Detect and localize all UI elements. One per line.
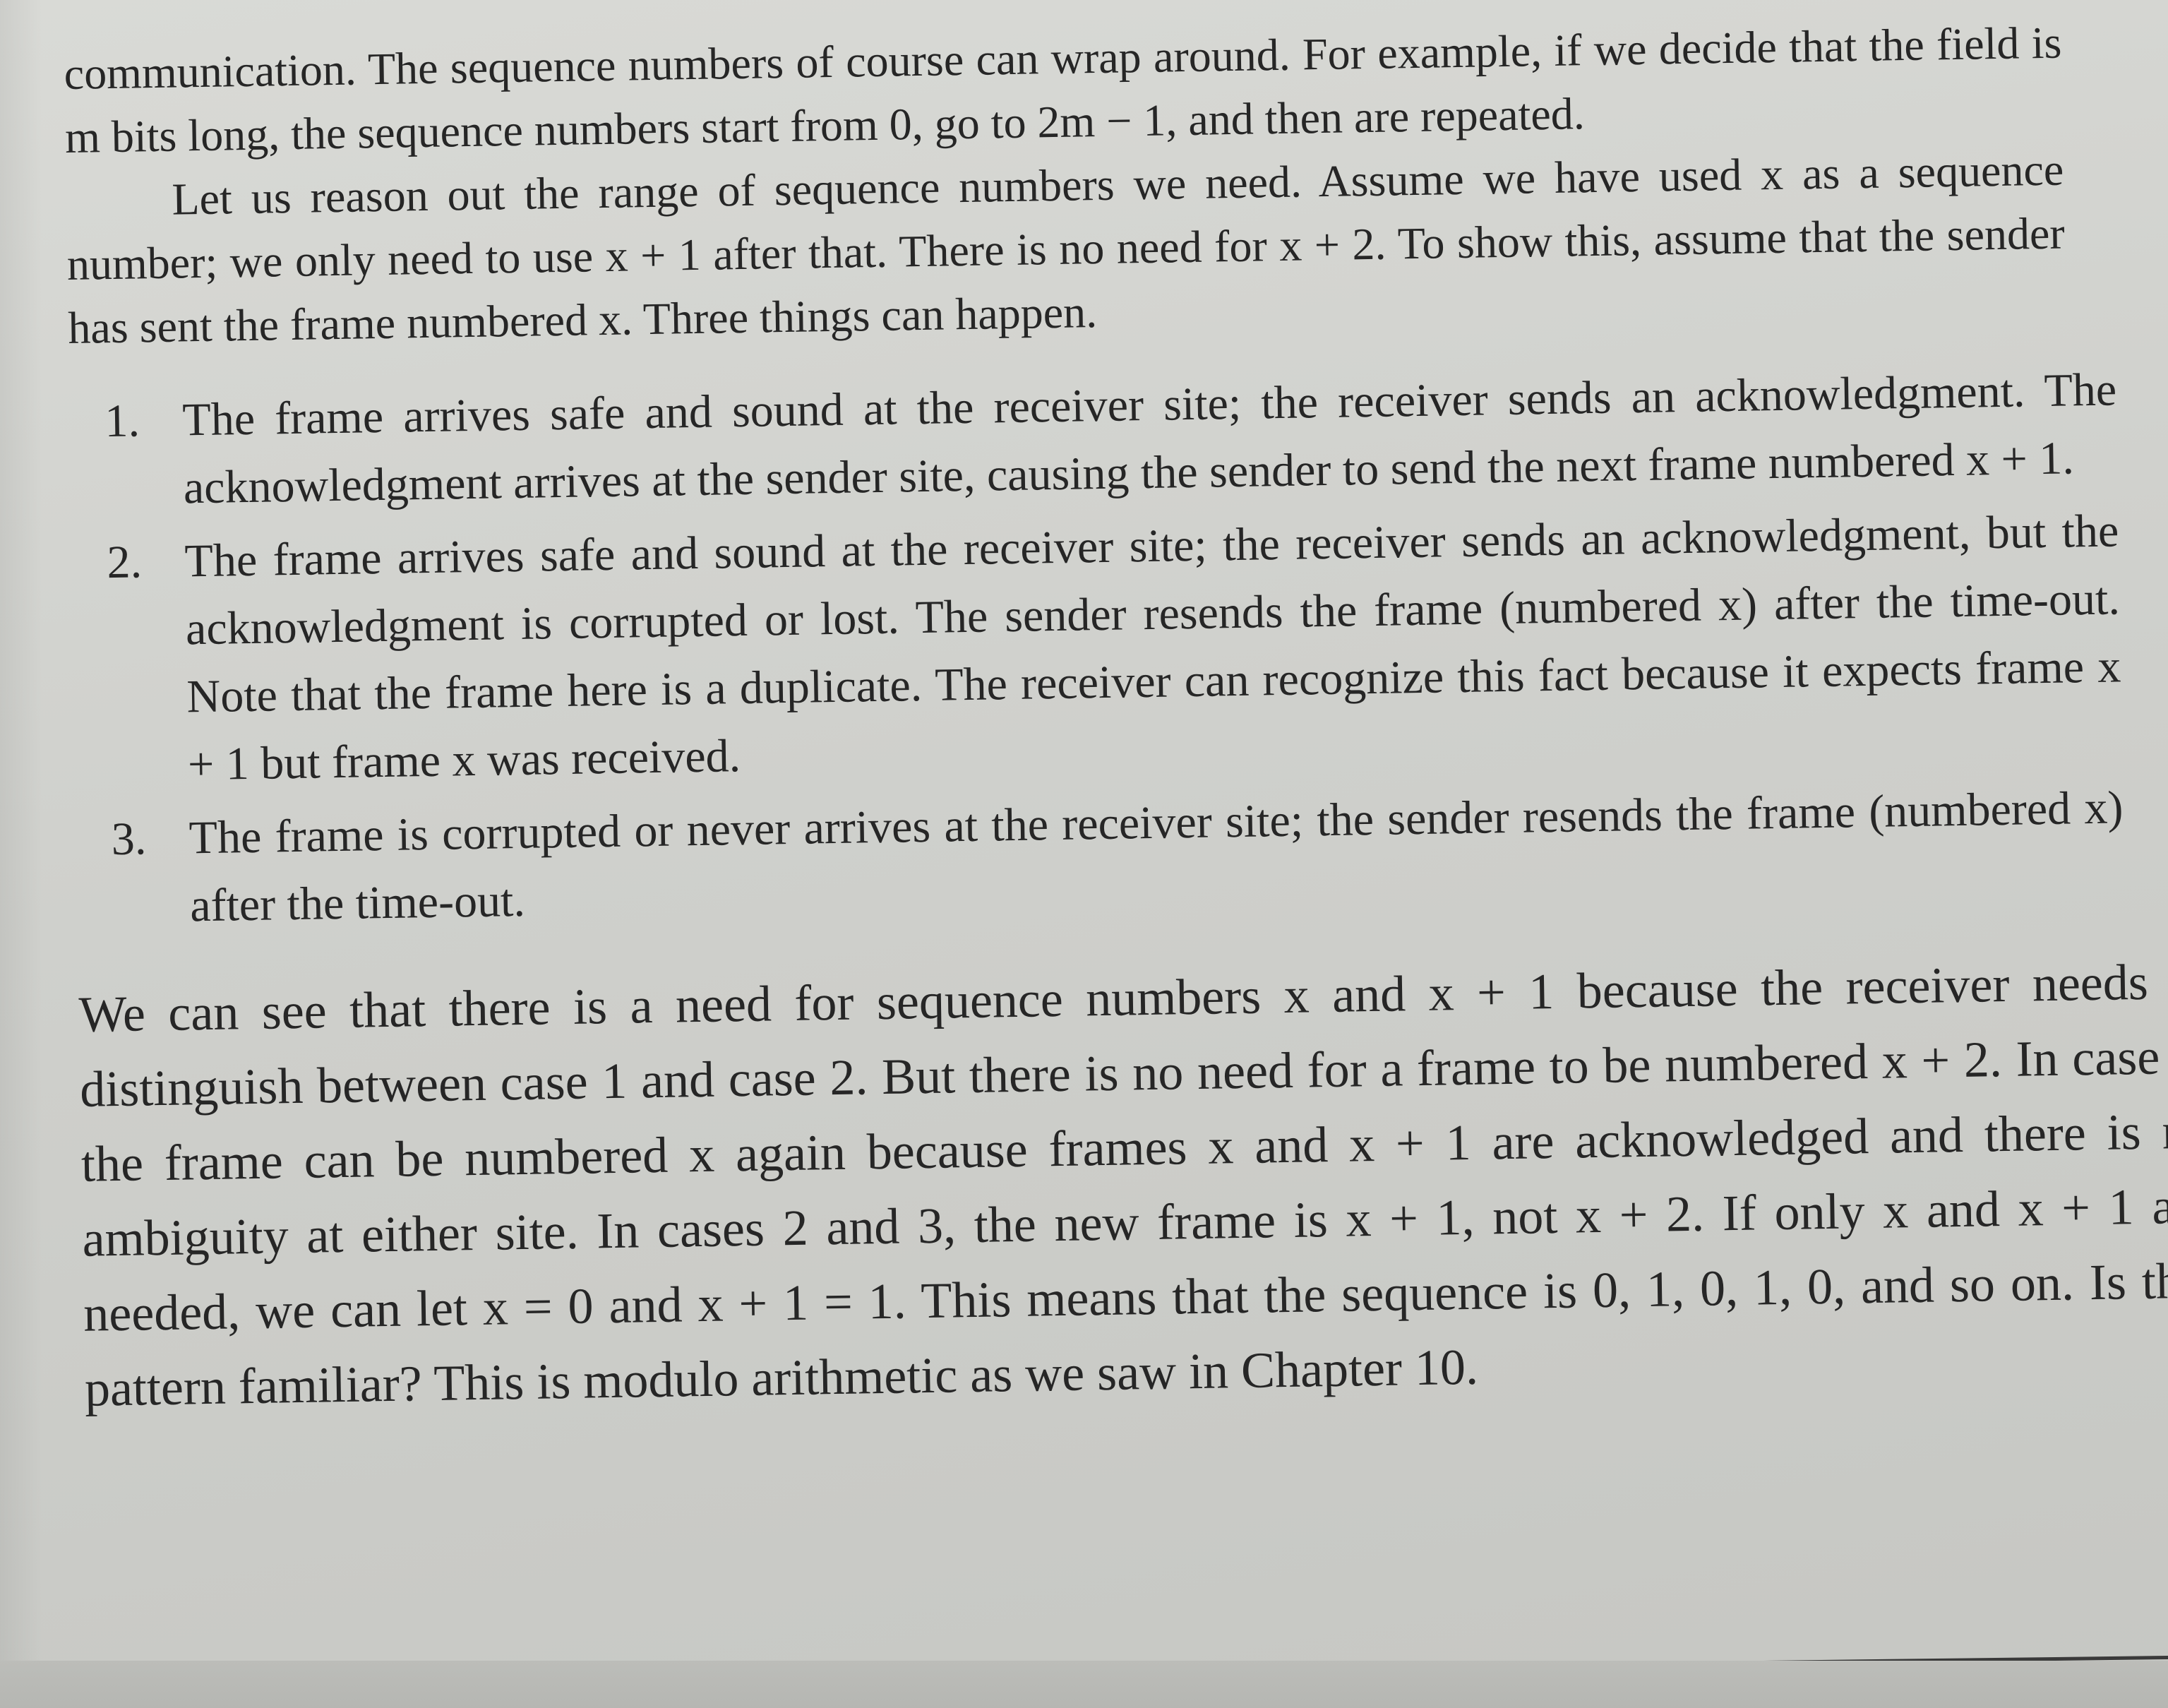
reason-paragraph: Let us reason out the range of sequence …	[66, 144, 2066, 353]
list-item: 3. The frame is corrupted or never arriv…	[76, 774, 2125, 942]
page-edge-shadow	[0, 0, 42, 1708]
case-text: The frame is corrupted or never arrives …	[188, 782, 2124, 932]
case-text: The frame arrives safe and sound at the …	[181, 364, 2117, 514]
case-number: 3.	[111, 813, 147, 866]
conclusion-paragraph: We can see that there is a need for sequ…	[78, 952, 2168, 1417]
case-number: 2.	[107, 536, 143, 589]
list-item: 1. The frame arrives safe and sound at t…	[69, 356, 2119, 524]
case-number: 1.	[104, 395, 140, 448]
page-text-block: communication. The sequence numbers of c…	[64, 10, 2168, 1426]
cases-list: 1. The frame arrives safe and sound at t…	[69, 356, 2125, 941]
case-text: The frame arrives safe and sound at the …	[184, 505, 2121, 791]
below-rule-area	[0, 1661, 2168, 1708]
list-item: 2. The frame arrives safe and sound at t…	[71, 497, 2123, 801]
book-page: communication. The sequence numbers of c…	[0, 0, 2168, 1708]
